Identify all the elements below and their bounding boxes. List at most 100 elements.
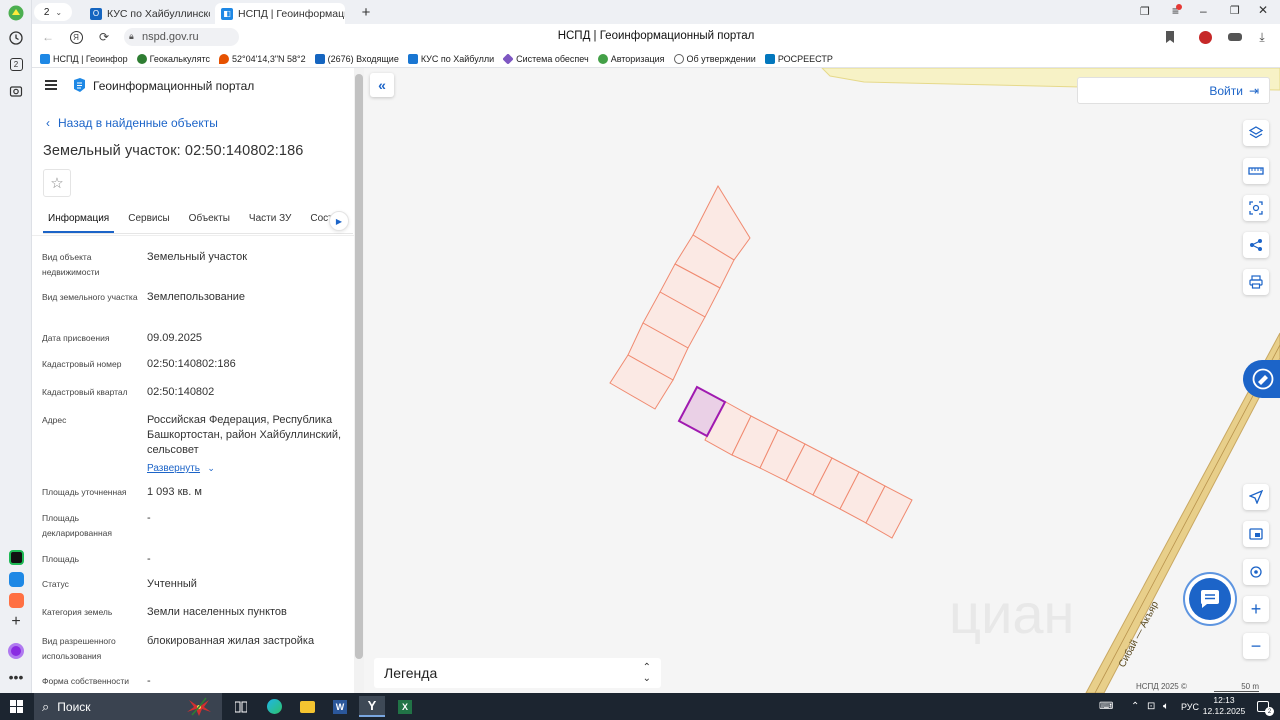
layers-icon[interactable] xyxy=(1243,120,1269,146)
field-label: Площадь xyxy=(42,554,80,564)
bookmark-icon xyxy=(40,53,50,64)
keyboard-icon[interactable]: ⌨ xyxy=(1099,693,1113,720)
alice-icon[interactable] xyxy=(6,641,26,661)
language-indicator[interactable]: РУС xyxy=(1181,693,1199,720)
login-icon: ⇥ xyxy=(1248,83,1259,98)
tab-services[interactable]: Сервисы xyxy=(123,208,174,233)
tabs-scroll-right-icon[interactable]: ▶ xyxy=(329,211,349,231)
tab-objects[interactable]: Объекты xyxy=(184,208,235,233)
screenshot-icon[interactable] xyxy=(6,81,26,101)
feedback-icon xyxy=(1252,368,1274,390)
bookmark-item[interactable]: НСПД | Геоинфор xyxy=(40,53,128,64)
chat-button[interactable] xyxy=(1189,578,1231,620)
share-icon[interactable] xyxy=(1243,232,1269,258)
windows-start-icon[interactable] xyxy=(10,700,23,713)
reload-icon[interactable]: ⟳ xyxy=(96,29,112,45)
tray-chevron-icon[interactable]: ⌃ xyxy=(1131,693,1139,720)
map-view[interactable]: циан Сибай — Акъяр « Войти ⇥ + − Легенда… xyxy=(364,68,1280,693)
taskbar-clock[interactable]: 12:13 12.12.2025 xyxy=(1200,695,1248,717)
back-icon[interactable]: ← xyxy=(40,29,56,45)
tab-nspd[interactable]: ◧ НСПД | Геоинформацио ✕ xyxy=(215,3,345,24)
field-value: 09.09.2025 xyxy=(147,332,203,344)
field-label: Дата присвоения xyxy=(42,333,110,343)
volume-icon[interactable]: 🔈︎ xyxy=(1163,693,1169,720)
bookmark-item[interactable]: Система обеспеч xyxy=(503,53,589,64)
bookmark-item[interactable]: 52°04'14,3"N 58°2 xyxy=(218,53,306,64)
geolocation-icon[interactable] xyxy=(1243,559,1269,585)
extension-icon[interactable] xyxy=(1197,29,1213,45)
chevron-down-icon: ⌄ xyxy=(207,463,215,473)
bookmark-item[interactable]: Об утверждении xyxy=(673,53,756,64)
field-label: Категория земель xyxy=(42,607,113,617)
menu-icon[interactable]: ≡ xyxy=(1172,4,1183,18)
edge-icon[interactable] xyxy=(261,696,287,717)
tab-counter-icon[interactable]: 2 xyxy=(6,54,26,74)
menu-icon[interactable] xyxy=(45,80,57,90)
more-icon[interactable]: ••• xyxy=(6,667,26,687)
feedback-side-tab[interactable] xyxy=(1243,360,1280,398)
close-window-icon[interactable]: ✕ xyxy=(1258,3,1268,17)
zoom-out-icon[interactable]: − xyxy=(1243,633,1269,659)
back-to-results-link[interactable]: ‹ Назад в найденные объекты xyxy=(46,116,218,130)
browser-logo-icon[interactable] xyxy=(6,3,26,23)
restore-icon[interactable]: ❐ xyxy=(1230,4,1240,17)
panel-scrollbar[interactable] xyxy=(354,68,364,693)
map-canvas: циан Сибай — Акъяр xyxy=(609,68,1280,693)
field-value: блокированная жилая застройка xyxy=(147,635,315,647)
add-app-icon[interactable]: + xyxy=(6,612,26,632)
history-icon[interactable] xyxy=(6,28,26,48)
field-value: Учтенный xyxy=(147,578,197,590)
minimap-icon[interactable] xyxy=(1243,521,1269,547)
tab-information[interactable]: Информация xyxy=(43,208,115,233)
print-icon[interactable] xyxy=(1243,269,1269,295)
new-tab-button[interactable]: + xyxy=(357,3,375,21)
area-select-icon[interactable] xyxy=(1243,195,1269,221)
field-value: 02:50:140802 xyxy=(147,386,215,398)
ruler-icon[interactable] xyxy=(1243,158,1269,184)
scale-bar: 50 m xyxy=(1214,682,1259,692)
minimize-icon[interactable]: – xyxy=(1200,4,1207,18)
bookmark-item[interactable]: Авторизация xyxy=(597,53,665,64)
field-value: - xyxy=(147,675,151,687)
app-icon-cloud[interactable] xyxy=(6,569,26,589)
login-button[interactable]: Войти ⇥ xyxy=(1077,77,1270,104)
download-icon[interactable] xyxy=(1227,29,1243,45)
chat-icon xyxy=(1201,590,1219,608)
bookmark-icon[interactable] xyxy=(1162,29,1178,45)
task-view-icon[interactable] xyxy=(228,696,254,717)
tab-group-button[interactable]: 2 ⌄ xyxy=(34,3,72,21)
navigate-icon[interactable] xyxy=(1243,484,1269,510)
url-field[interactable]: 🔒︎ nspd.gov.ru xyxy=(124,28,239,46)
watermark-text: циан xyxy=(949,582,1074,645)
zoom-in-icon[interactable]: + xyxy=(1243,596,1269,622)
object-info-panel: Геоинформационный портал ‹ Назад в найде… xyxy=(32,68,354,693)
expand-address-link[interactable]: Развернуть ⌄ xyxy=(147,460,215,474)
excel-icon[interactable]: X xyxy=(392,696,418,717)
tab-kus[interactable]: O КУС по Хайбуллинскому р xyxy=(84,3,210,24)
bookmark-item[interactable]: Геокалькулятс xyxy=(136,53,210,64)
word-icon[interactable]: W xyxy=(327,696,353,717)
bookmark-item[interactable]: КУС по Хайбулли xyxy=(407,53,494,64)
chevron-left-icon: ‹ xyxy=(46,116,50,130)
divider xyxy=(32,235,354,236)
yandex-icon[interactable]: Я xyxy=(68,29,84,45)
app-icon-orange[interactable] xyxy=(6,590,26,610)
bookmark-item[interactable]: РОСРЕЕСТР xyxy=(764,53,833,64)
taskbar-search[interactable]: ⌕ Поиск xyxy=(34,693,222,720)
downloads-icon[interactable]: ⤓ xyxy=(1254,29,1270,45)
app-icon-green[interactable] xyxy=(6,547,26,567)
bookmark-item[interactable]: (2676) Входящие xyxy=(314,53,399,64)
yandex-browser-icon[interactable]: Y xyxy=(359,696,385,717)
lock-icon: 🔒︎ xyxy=(129,31,134,41)
collapse-panel-icon[interactable]: « xyxy=(370,73,394,97)
notifications-icon[interactable]: 2 xyxy=(1257,693,1274,720)
legend-dropdown[interactable]: Легенда ⌃ ⌄ xyxy=(374,658,661,688)
back-link-label: Назад в найденные объекты xyxy=(58,116,218,130)
scrollbar-thumb[interactable] xyxy=(355,74,363,659)
bookmarks-panel-icon[interactable]: ❐ xyxy=(1140,5,1150,18)
file-explorer-icon[interactable] xyxy=(294,696,320,717)
tab-parts[interactable]: Части ЗУ xyxy=(244,208,296,233)
outlook-icon xyxy=(407,53,418,64)
favorite-star-icon[interactable]: ☆ xyxy=(43,169,71,197)
network-icon[interactable]: ⊡ xyxy=(1147,693,1155,720)
